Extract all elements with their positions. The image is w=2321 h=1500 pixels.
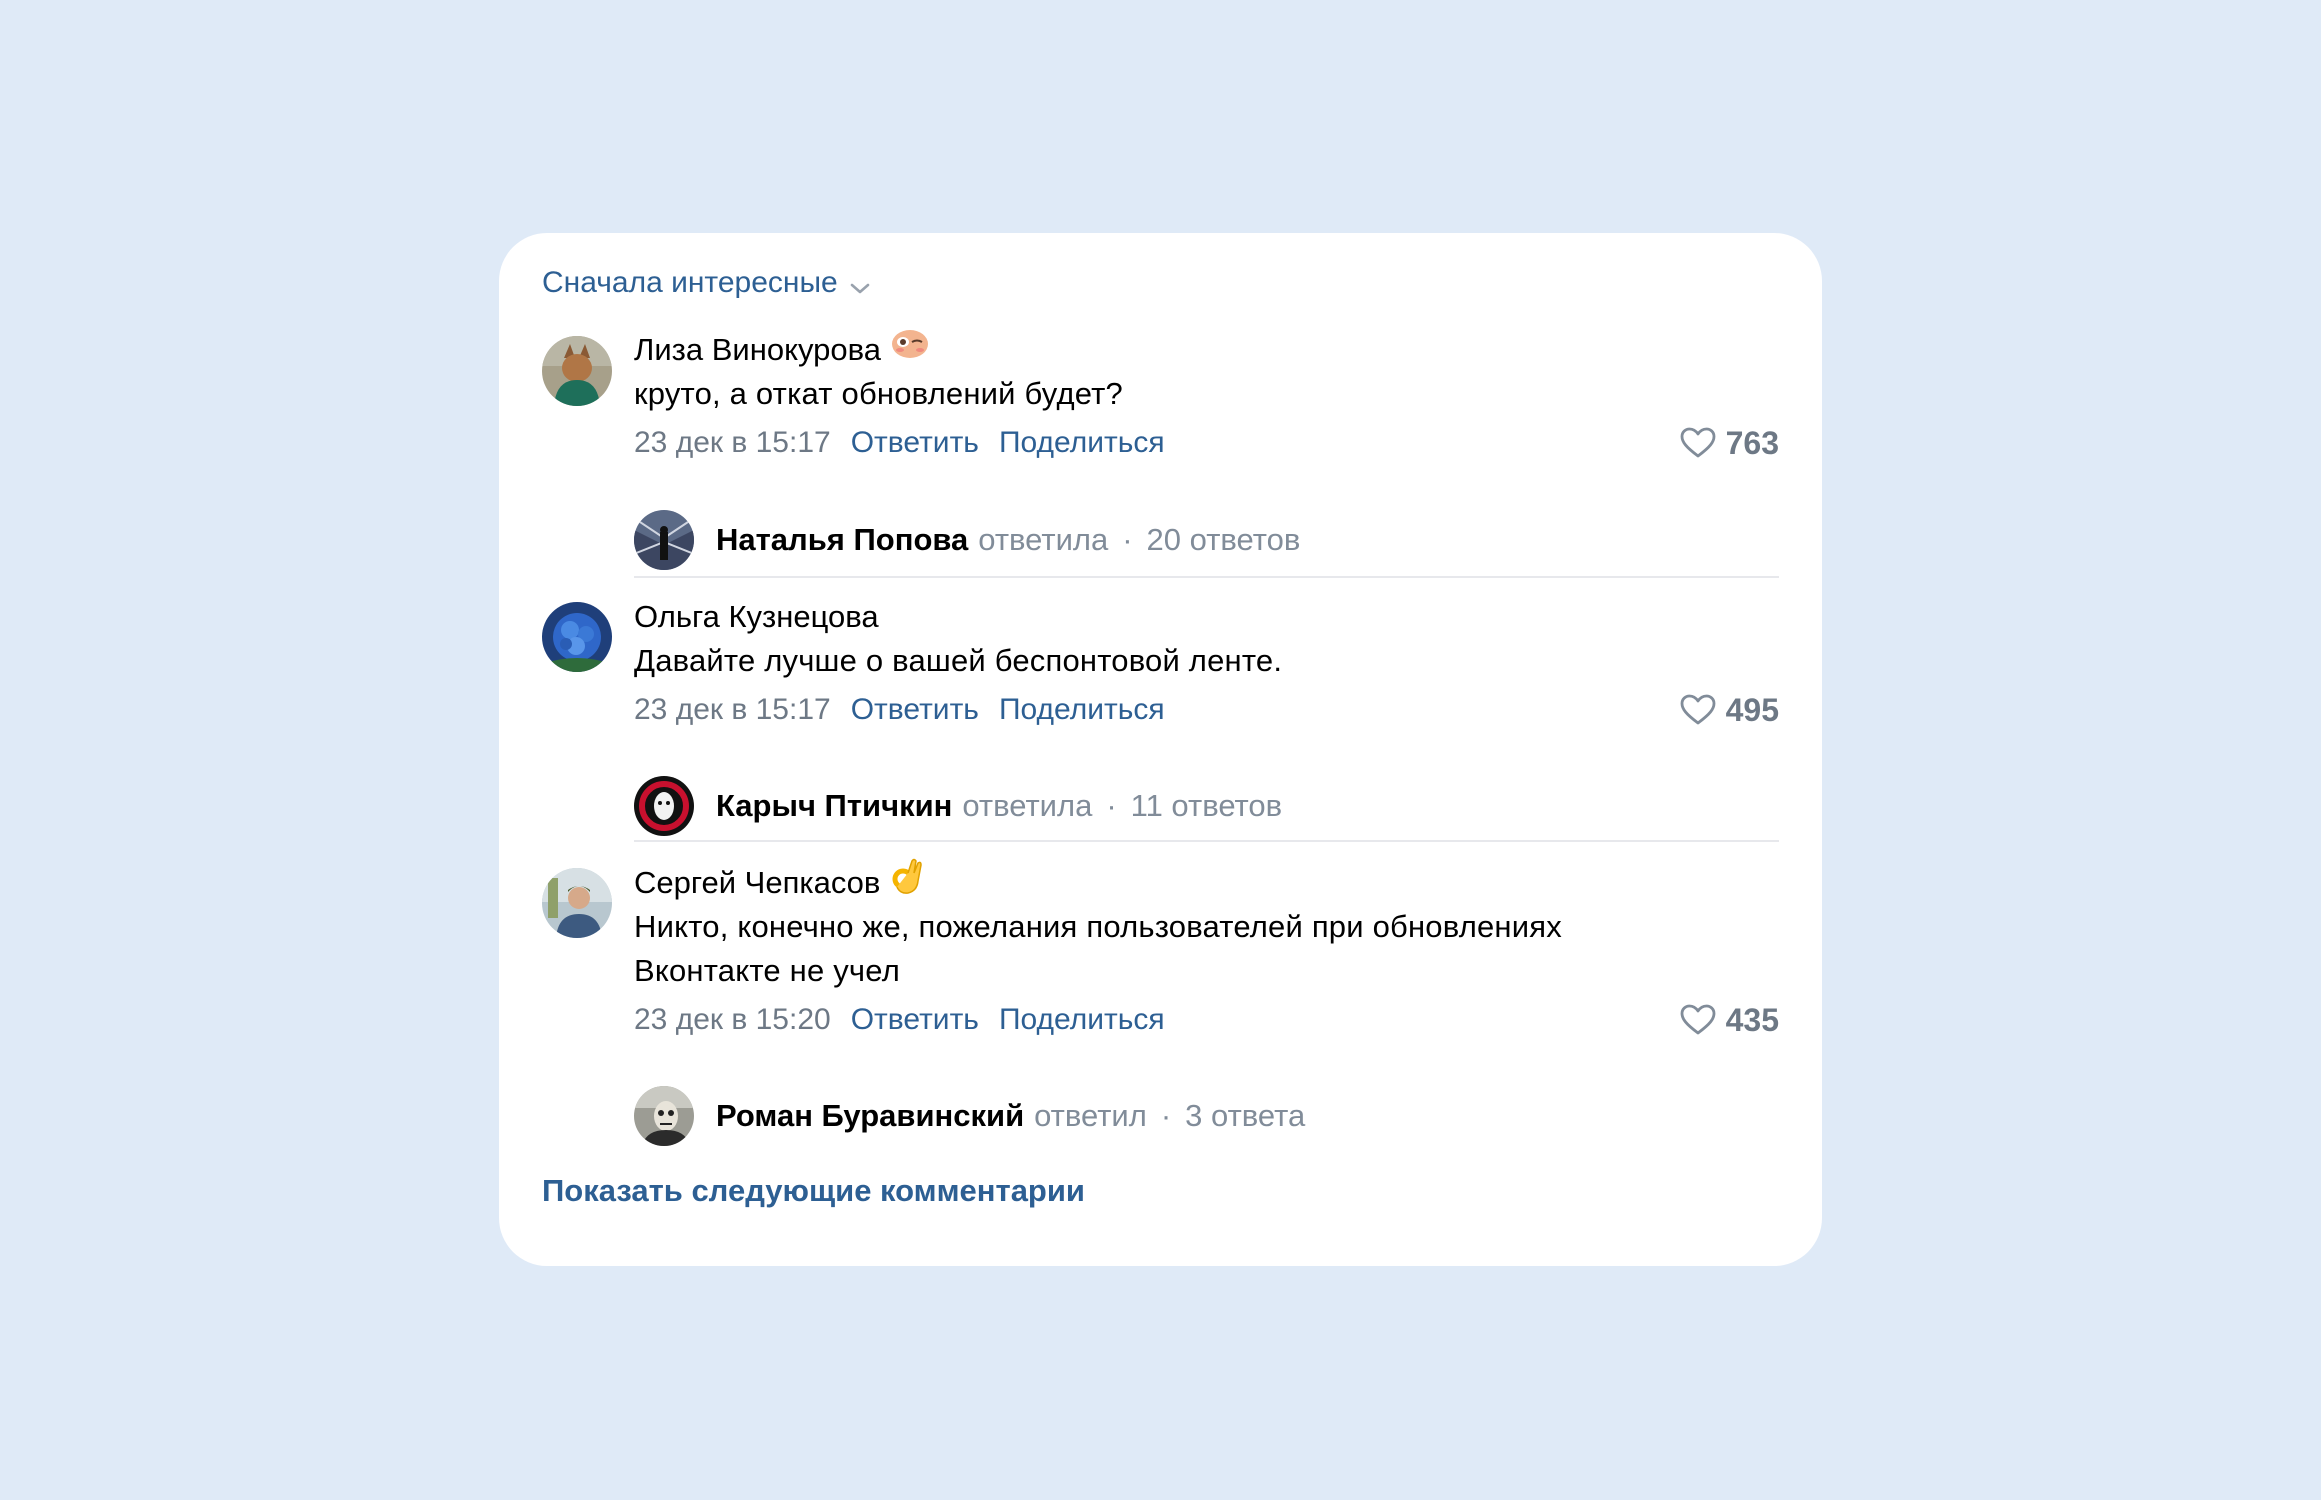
replies-count[interactable]: 11 ответов xyxy=(1131,788,1282,824)
reply-thread[interactable]: Карыч Птичкин ответила · 11 ответов xyxy=(634,776,1282,836)
avatar xyxy=(634,776,694,836)
heart-icon xyxy=(1680,1004,1716,1035)
share-button[interactable]: Поделиться xyxy=(999,998,1165,1042)
like-button[interactable]: 495 xyxy=(1680,688,1779,732)
comment-meta: 23 дек в 15:17 Ответить Поделиться xyxy=(634,688,1779,732)
comment-text: Давайте лучше о вашей беспонтовой ленте. xyxy=(634,643,1283,678)
comment-body: Ольга Кузнецова Давайте лучше о вашей бе… xyxy=(634,595,1779,732)
divider xyxy=(634,840,1779,842)
comment-author: Ольга Кузнецова xyxy=(634,595,1779,639)
reply-author: Роман Буравинский xyxy=(716,1098,1025,1133)
like-count: 435 xyxy=(1725,1001,1779,1038)
reply-author: Карыч Птичкин xyxy=(716,788,953,823)
like-button[interactable]: 435 xyxy=(1680,998,1779,1042)
author-name[interactable]: Ольга Кузнецова xyxy=(634,595,879,639)
reply-author: Наталья Попова xyxy=(716,522,969,557)
comment-date[interactable]: 23 дек в 15:17 xyxy=(634,688,831,732)
heart-icon xyxy=(1680,427,1716,458)
like-count: 495 xyxy=(1725,691,1779,728)
comment-author: Лиза Винокурова xyxy=(634,328,1779,372)
heart-icon xyxy=(1680,694,1716,725)
avatar xyxy=(634,1086,694,1146)
separator-dot: · xyxy=(1160,1098,1172,1133)
sort-dropdown[interactable]: Сначала интересные xyxy=(542,263,870,303)
comment-meta: 23 дек в 15:20 Ответить Поделиться xyxy=(634,998,1779,1042)
comment-meta: 23 дек в 15:17 Ответить Поделиться xyxy=(634,421,1779,465)
show-more-comments-button[interactable]: Показать следующие комментарии xyxy=(542,1173,1085,1209)
comment-text-line: Никто, конечно же, пожелания пользовател… xyxy=(634,909,1562,944)
reply-button[interactable]: Ответить xyxy=(851,421,979,465)
reply-thread[interactable]: Роман Буравинский ответил · 3 ответа xyxy=(634,1086,1305,1146)
comment-body: Лиза Винокурова круто, а откат обновлени… xyxy=(634,328,1779,465)
comment-text-line: Вконтакте не учел xyxy=(634,953,900,988)
reply-verb: ответил xyxy=(1034,1098,1147,1133)
comment-text: Никто, конечно же, пожелания пользовател… xyxy=(634,905,1779,993)
reply-thread[interactable]: Наталья Попова ответила · 20 ответов xyxy=(634,510,1300,570)
comments-card: Сначала интересные Лиза Винокурова круто… xyxy=(499,233,1822,1266)
like-count: 763 xyxy=(1725,424,1779,461)
author-name[interactable]: Сергей Чепкасов xyxy=(634,861,880,905)
avatar[interactable] xyxy=(542,602,612,672)
separator-dot: · xyxy=(1106,788,1117,823)
like-button[interactable]: 763 xyxy=(1680,421,1779,465)
avatar[interactable] xyxy=(542,336,612,406)
replies-count[interactable]: 20 ответов xyxy=(1147,522,1301,558)
author-name[interactable]: Лиза Винокурова xyxy=(634,328,881,372)
separator-dot: · xyxy=(1122,522,1133,557)
reply-verb: ответила xyxy=(962,788,1093,823)
comment-date[interactable]: 23 дек в 15:20 xyxy=(634,998,831,1042)
sort-label: Сначала интересные xyxy=(542,266,838,299)
winking-face-emoji-icon xyxy=(891,328,929,372)
divider xyxy=(634,576,1779,578)
replies-count[interactable]: 3 ответа xyxy=(1185,1098,1305,1134)
avatar[interactable] xyxy=(542,868,612,938)
comment-date[interactable]: 23 дек в 15:17 xyxy=(634,421,831,465)
ok-hand-emoji-icon xyxy=(890,857,924,909)
comment-author: Сергей Чепкасов xyxy=(634,858,1779,905)
share-button[interactable]: Поделиться xyxy=(999,688,1165,732)
reply-button[interactable]: Ответить xyxy=(851,688,979,732)
reply-verb: ответила xyxy=(978,522,1109,557)
comment-body: Сергей Чепкасов Никто, конечно же, пожел… xyxy=(634,858,1779,1042)
share-button[interactable]: Поделиться xyxy=(999,421,1165,465)
reply-button[interactable]: Ответить xyxy=(851,998,979,1042)
chevron-down-icon xyxy=(850,269,870,303)
avatar xyxy=(634,510,694,570)
comment-text: круто, а откат обновлений будет? xyxy=(634,376,1123,411)
